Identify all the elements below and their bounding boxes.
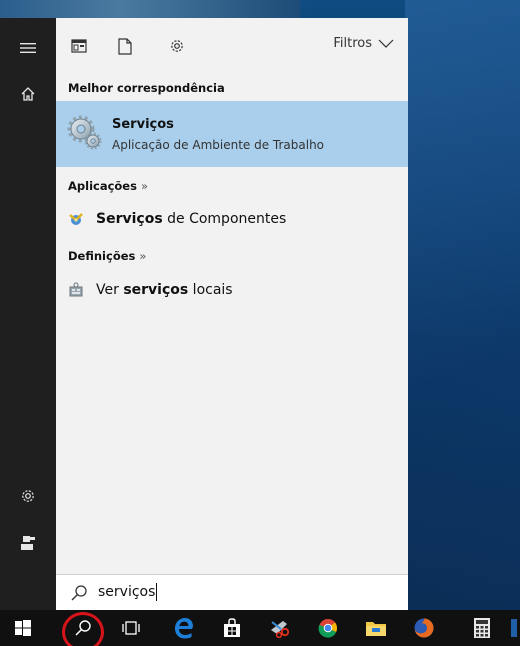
setting-result-rest: locais	[188, 282, 233, 298]
best-match-heading: Melhor correspondência	[68, 81, 225, 95]
home-icon	[21, 87, 35, 101]
apps-filter-button[interactable]	[68, 35, 90, 57]
search-results-panel: Filtros Melhor correspondência Serviços …	[56, 18, 408, 610]
calculator-taskbar-button[interactable]	[459, 610, 505, 646]
best-match-subtitle: Aplicação de Ambiente de Trabalho	[112, 138, 325, 152]
store-icon	[224, 618, 240, 637]
search-input[interactable]: serviços	[98, 584, 155, 600]
chrome-taskbar-button[interactable]	[305, 610, 351, 646]
app-result-component-services[interactable]: Serviços de Componentes	[56, 204, 408, 234]
settings-heading-label: Definições	[68, 249, 136, 263]
settings-button[interactable]	[0, 476, 56, 516]
wallpaper-light-rays	[405, 0, 520, 610]
apps-filter-icon	[71, 39, 87, 53]
start-left-rail	[0, 18, 56, 610]
documents-filter-icon	[118, 37, 132, 55]
app-result-label: Serviços de Componentes	[96, 211, 286, 227]
setting-result-bold: serviços	[123, 282, 189, 298]
file-explorer-icon	[366, 622, 386, 636]
local-services-setting-icon	[68, 282, 84, 298]
app-result-label-bold: Serviços	[96, 211, 163, 227]
settings-filter-button[interactable]	[166, 35, 188, 57]
taskbar	[0, 610, 520, 646]
file-explorer-taskbar-button[interactable]	[353, 610, 399, 646]
store-taskbar-button[interactable]	[209, 610, 255, 646]
setting-result-prefix: Ver	[96, 282, 124, 298]
edge-icon	[175, 618, 193, 639]
apps-heading-arrow: »	[140, 179, 149, 193]
search-magnifier-icon	[71, 585, 87, 601]
best-match-result[interactable]: Serviços Aplicação de Ambiente de Trabal…	[56, 101, 408, 167]
task-view-button[interactable]	[108, 610, 154, 646]
user-account-button[interactable]	[0, 523, 56, 563]
app-result-label-rest: de Componentes	[162, 211, 287, 227]
setting-result-label: Ver serviços locais	[96, 282, 233, 298]
calculator-icon	[474, 618, 490, 638]
edge-taskbar-button[interactable]	[161, 610, 207, 646]
text-caret	[156, 583, 157, 601]
settings-heading[interactable]: Definições »	[68, 249, 146, 263]
snipping-tool-icon	[271, 621, 290, 638]
desktop-window-strip	[0, 0, 300, 18]
start-button[interactable]	[0, 610, 46, 646]
best-match-title: Serviços	[112, 117, 174, 132]
user-icon	[21, 536, 35, 550]
windows-start-icon	[15, 620, 31, 636]
hamburger-menu-button[interactable]	[0, 28, 56, 68]
settings-filter-icon	[171, 40, 183, 52]
chevron-down-icon	[378, 39, 394, 48]
component-services-icon	[68, 211, 84, 227]
settings-heading-arrow: »	[139, 249, 147, 263]
services-gears-icon	[67, 115, 102, 150]
apps-heading-label: Aplicações	[68, 179, 137, 193]
documents-filter-button[interactable]	[114, 35, 136, 57]
filters-label: Filtros	[333, 36, 372, 51]
snipping-tool-taskbar-button[interactable]	[257, 610, 303, 646]
setting-result-view-local-services[interactable]: Ver serviços locais	[56, 275, 408, 305]
chrome-icon	[318, 619, 338, 638]
firefox-icon	[414, 618, 434, 638]
hamburger-icon	[20, 43, 36, 53]
filters-dropdown[interactable]: Filtros	[333, 36, 394, 51]
apps-heading[interactable]: Aplicações »	[68, 179, 148, 193]
search-box[interactable]: serviços	[56, 574, 408, 610]
firefox-taskbar-button[interactable]	[401, 610, 447, 646]
search-highlight-ring	[62, 612, 104, 646]
filter-bar: Filtros	[56, 18, 408, 72]
task-view-icon	[122, 621, 140, 635]
settings-gear-icon	[22, 490, 34, 502]
partial-app-icon	[511, 619, 517, 637]
home-button[interactable]	[0, 74, 56, 114]
taskbar-overflow-edge	[508, 610, 520, 646]
